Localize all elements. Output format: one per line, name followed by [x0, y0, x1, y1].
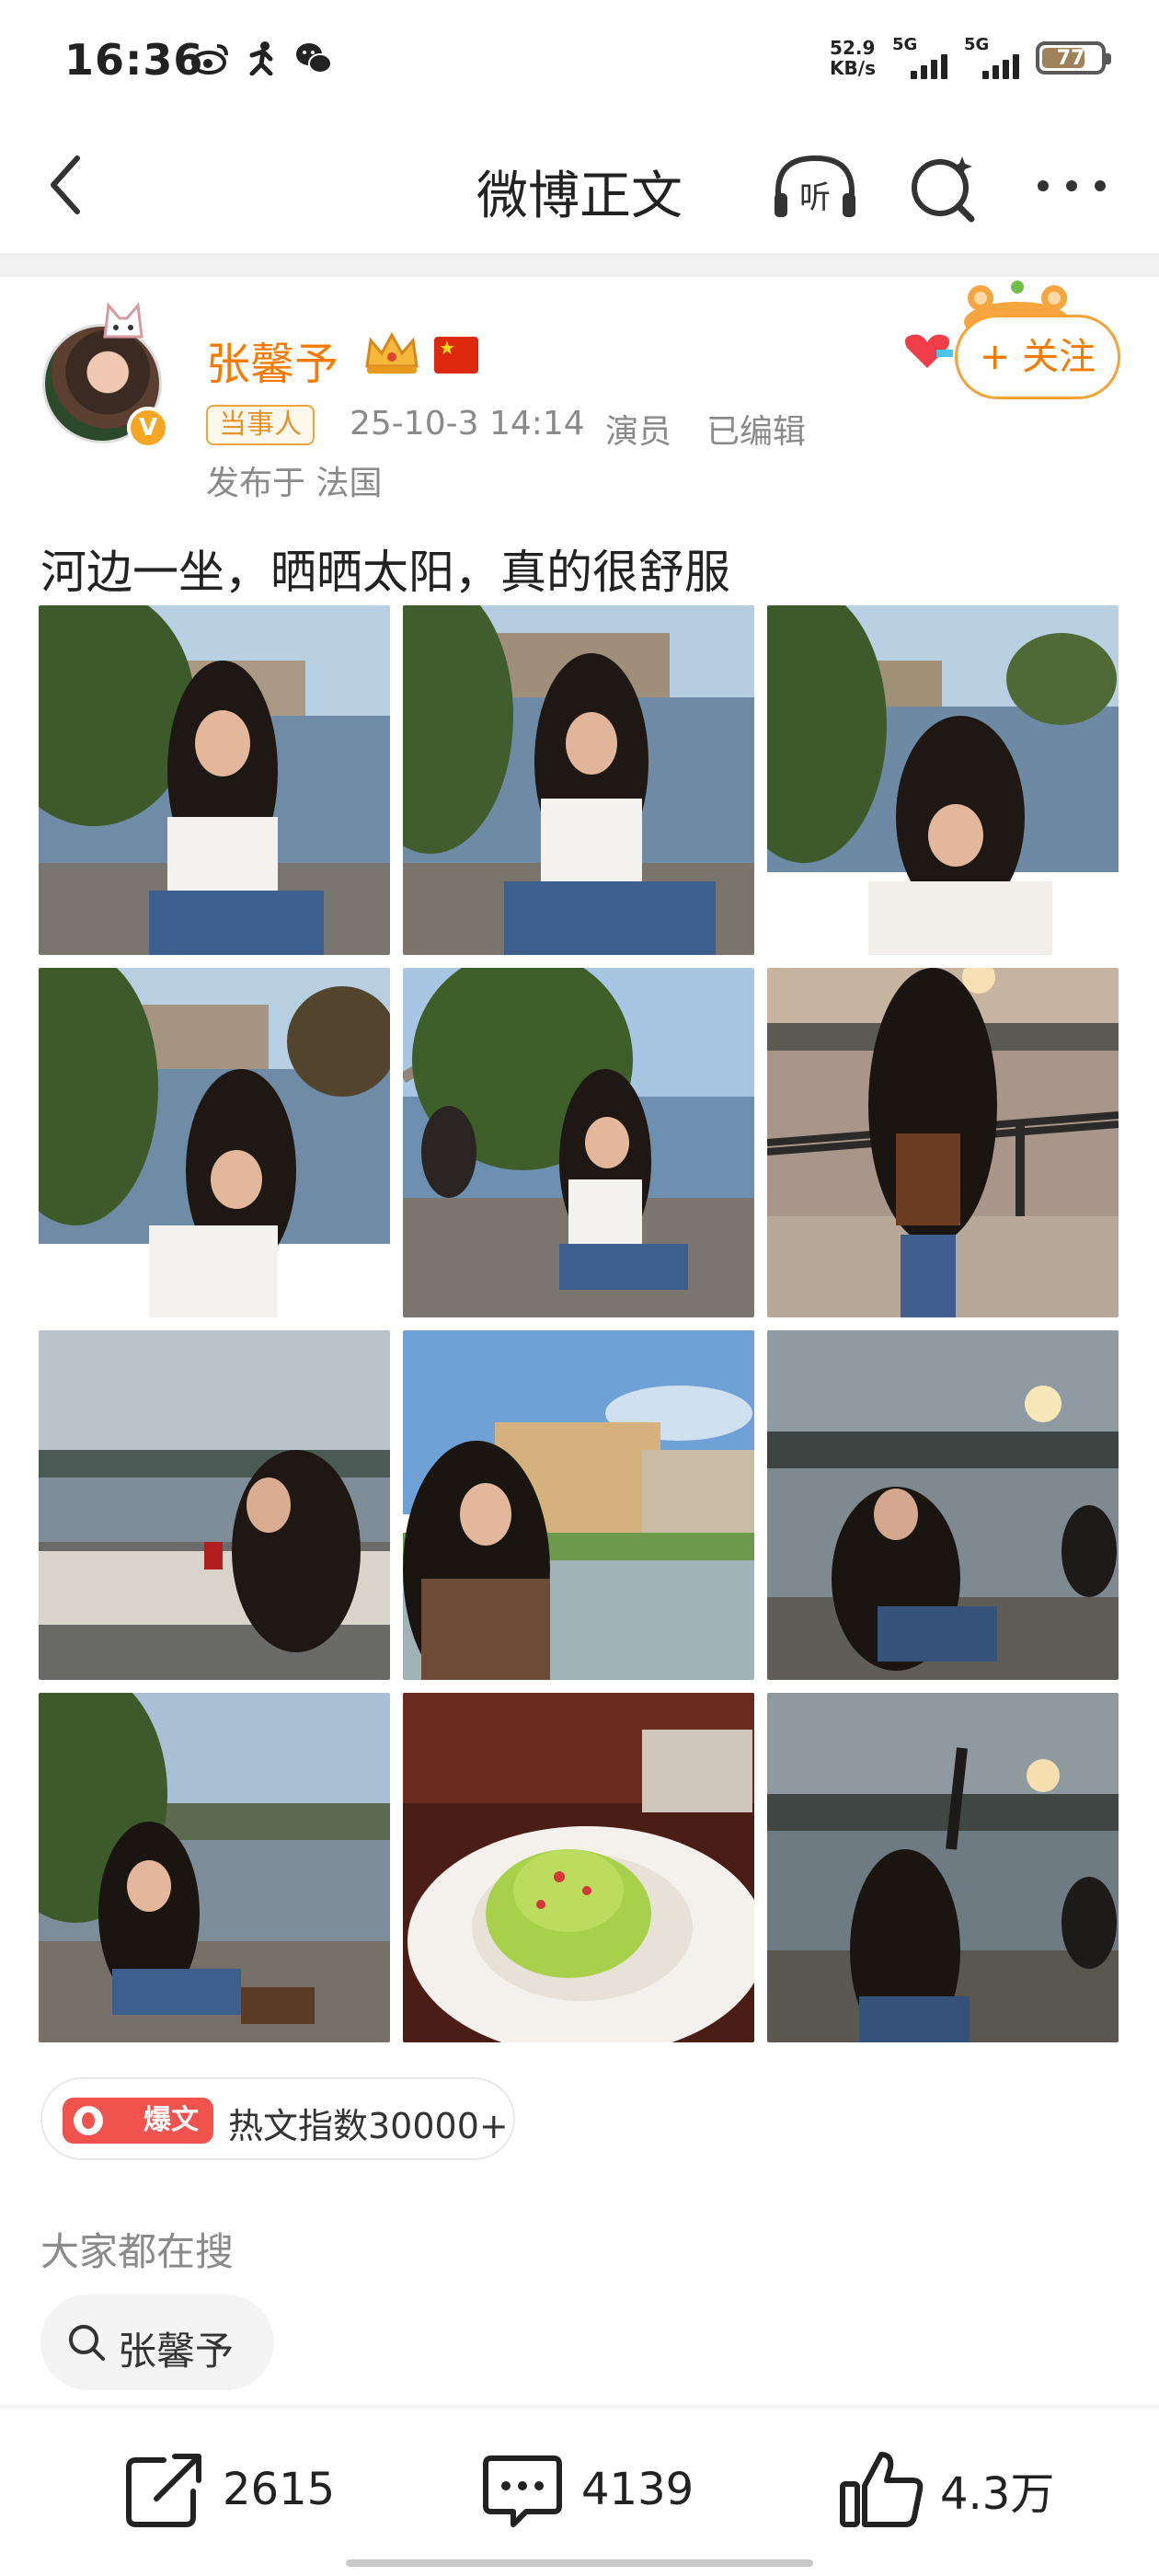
photo-9[interactable] — [767, 1330, 1119, 1680]
sim1-label: 5G — [892, 35, 918, 54]
nav-bar: 微博正文 听 — [0, 120, 1159, 253]
search-icon — [69, 2325, 105, 2361]
photo-6[interactable] — [767, 968, 1119, 1317]
comment-count: 4139 — [581, 2464, 694, 2515]
photo-grid — [39, 605, 1120, 2052]
status-time: 16:36 — [64, 35, 204, 85]
edited-label[interactable]: 已编辑 — [706, 405, 806, 453]
sim1-signal: 5G — [892, 37, 947, 79]
crown-icon — [361, 329, 422, 377]
hot-index-chip[interactable]: 爆文 热文指数30000+ — [40, 2077, 515, 2160]
verified-badge: V — [127, 407, 169, 449]
walking-person-icon — [243, 40, 281, 76]
listen-headphones-icon[interactable]: 听 — [771, 151, 859, 224]
wechat-icon — [294, 40, 333, 75]
repost-icon — [126, 2454, 201, 2527]
signal-bars-icon — [911, 53, 947, 79]
photo-10[interactable] — [39, 1693, 390, 2042]
more-options-icon[interactable] — [1032, 167, 1111, 204]
repost-button[interactable]: 2615 — [120, 2444, 335, 2536]
trending-search-chip[interactable]: 张馨予 — [40, 2294, 274, 2390]
sim2-signal: 5G — [964, 37, 1019, 79]
flame-icon — [74, 2106, 103, 2135]
photo-4[interactable] — [39, 968, 390, 1317]
cat-ears-decoration-icon — [99, 300, 147, 344]
comment-icon — [483, 2455, 562, 2527]
signal-bars-icon — [982, 53, 1019, 79]
photo-5[interactable] — [403, 968, 754, 1317]
thumbs-up-icon — [840, 2452, 924, 2527]
trending-search-heading: 大家都在搜 — [40, 2229, 235, 2274]
weibo-icon — [191, 40, 230, 75]
repost-count: 2615 — [223, 2464, 336, 2515]
section-divider — [0, 253, 1159, 277]
post-location: 发布于 法国 — [206, 465, 383, 502]
heart-decoration-icon — [901, 331, 953, 372]
network-speed: 52.9 KB/s — [830, 38, 876, 78]
china-flag-icon — [434, 337, 478, 374]
sim2-label: 5G — [964, 35, 990, 54]
like-count: 4.3万 — [940, 2468, 1055, 2520]
hot-badge: 爆文 — [63, 2098, 213, 2144]
post-text: 河边一坐，晒晒太阳，真的很舒服 — [40, 546, 730, 599]
home-indicator[interactable] — [346, 2559, 813, 2567]
page-title: 微博正文 — [476, 167, 683, 226]
like-button[interactable]: 4.3万 — [837, 2444, 1054, 2536]
network-speed-unit: KB/s — [830, 57, 876, 79]
photo-12[interactable] — [767, 1693, 1119, 2042]
battery-icon: 77 — [1036, 41, 1111, 75]
party-tag: 当事人 — [206, 405, 315, 445]
photo-3[interactable] — [767, 605, 1119, 955]
post-date: 25-10-3 14:14 — [350, 405, 585, 443]
hot-index-text: 热文指数30000+ — [228, 2106, 509, 2146]
photo-8[interactable] — [403, 1330, 754, 1680]
listen-label: 听 — [799, 179, 831, 216]
comment-button[interactable]: 4139 — [478, 2444, 694, 2536]
battery-level: 77 — [1056, 46, 1085, 70]
status-indicators: 52.9 KB/s 5G 5G 77 — [830, 37, 1111, 79]
photo-7[interactable] — [39, 1330, 390, 1680]
photo-11[interactable] — [403, 1693, 754, 2042]
ai-search-icon[interactable] — [909, 151, 981, 224]
status-app-icons — [191, 40, 333, 76]
author-name[interactable]: 张馨予 — [206, 328, 339, 392]
action-bar: 2615 4139 4.3万 — [0, 2409, 1159, 2576]
status-bar: 16:36 52.9 KB/s 5G 5G 77 — [0, 0, 1159, 120]
follow-button[interactable]: + 关注 — [955, 315, 1120, 399]
photo-2[interactable] — [403, 605, 754, 955]
trending-search-label: 张馨予 — [118, 2329, 235, 2374]
hot-badge-label: 爆文 — [143, 2104, 199, 2136]
photo-1[interactable] — [39, 605, 390, 955]
network-speed-value: 52.9 — [830, 37, 876, 59]
author-role: 演员 — [605, 413, 672, 451]
